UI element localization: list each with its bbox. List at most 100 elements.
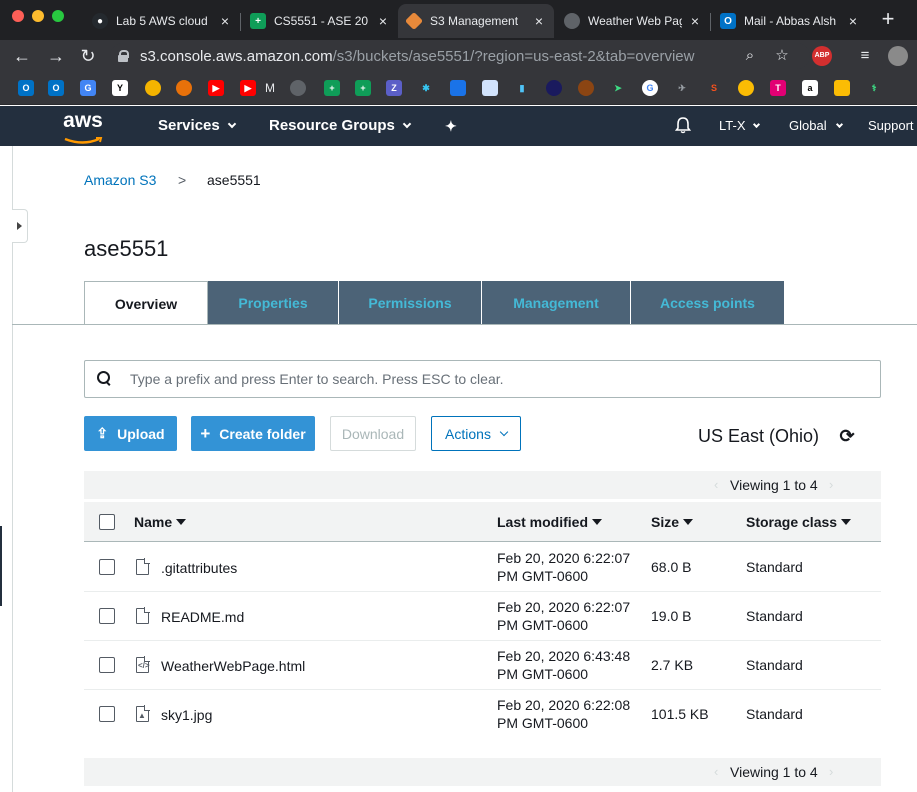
bookmark-icon[interactable] xyxy=(834,80,850,96)
last-modified: Feb 20, 2020 6:22:08 PM GMT-0600 xyxy=(497,697,631,731)
row-checkbox[interactable] xyxy=(99,559,115,575)
ycombinator-bookmark-icon[interactable]: Y xyxy=(112,80,128,96)
bookmark-star-icon[interactable]: ☆ xyxy=(772,46,792,66)
zoom-icon[interactable]: ⌕ xyxy=(740,46,760,66)
actions-dropdown[interactable]: Actions xyxy=(431,416,521,451)
browser-tab-2[interactable]: + CS5551 - ASE 20 × xyxy=(242,4,398,38)
close-tab-icon[interactable]: × xyxy=(532,13,546,29)
chrome-dino-bookmark-icon[interactable] xyxy=(145,80,161,96)
gitlab-bookmark-icon[interactable] xyxy=(176,80,192,96)
column-name[interactable]: Name xyxy=(134,514,187,530)
browser-tab-1[interactable]: ● Lab 5 AWS cloud × xyxy=(84,4,240,38)
prev-page-icon[interactable]: ‹ xyxy=(714,477,718,492)
next-page-icon[interactable]: › xyxy=(829,764,833,779)
bookmark-icon[interactable] xyxy=(578,80,594,96)
account-menu[interactable]: LT-X xyxy=(719,106,760,146)
profile-avatar[interactable] xyxy=(888,46,908,66)
services-menu[interactable]: Services xyxy=(158,106,236,146)
translate-bookmark-icon[interactable]: G xyxy=(80,80,96,96)
expand-sidebar-button[interactable] xyxy=(12,209,28,243)
chrome-bookmark-icon[interactable] xyxy=(738,80,754,96)
zotero-bookmark-icon[interactable]: Z xyxy=(386,80,402,96)
object-name[interactable]: .gitattributes xyxy=(161,560,237,576)
bookmark-icon[interactable] xyxy=(450,80,466,96)
row-checkbox[interactable] xyxy=(99,657,115,673)
window-close-button[interactable] xyxy=(12,10,24,22)
media-queue-icon[interactable]: ≡ xyxy=(855,46,875,66)
table-row[interactable]: </> WeatherWebPage.html Feb 20, 2020 6:4… xyxy=(84,641,881,690)
browser-tab-5[interactable]: O Mail - Abbas Alsh × xyxy=(712,4,868,38)
tmobile-bookmark-icon[interactable]: T xyxy=(770,80,786,96)
bookmark-icon[interactable] xyxy=(546,80,562,96)
window-minimize-button[interactable] xyxy=(32,10,44,22)
bookmark-icon[interactable]: S xyxy=(706,80,722,96)
browser-tab-title: Weather Web Pag xyxy=(588,14,682,28)
tab-overview[interactable]: Overview xyxy=(84,281,208,325)
tab-properties[interactable]: Properties xyxy=(208,281,339,324)
new-tab-button[interactable]: + xyxy=(876,8,900,32)
tab-permissions[interactable]: Permissions xyxy=(339,281,482,324)
close-tab-icon[interactable]: × xyxy=(376,13,390,29)
pin-icon[interactable]: ✦ xyxy=(445,106,457,146)
outlook-bookmark-icon[interactable]: O xyxy=(48,80,64,96)
bookmark-label[interactable]: M xyxy=(262,80,278,96)
column-storage-class[interactable]: Storage class xyxy=(746,514,852,530)
bookmark-icon[interactable]: ⚕ xyxy=(866,80,882,96)
object-name[interactable]: WeatherWebPage.html xyxy=(161,658,305,674)
sheets-bookmark-icon[interactable]: + xyxy=(355,80,371,96)
close-tab-icon[interactable]: × xyxy=(218,13,232,29)
region-menu[interactable]: Global xyxy=(789,106,843,146)
upload-button[interactable]: ⇪ Upload xyxy=(84,416,177,451)
object-name[interactable]: sky1.jpg xyxy=(161,707,212,723)
youtube-bookmark-icon[interactable]: ▶ xyxy=(208,80,224,96)
prev-page-icon[interactable]: ‹ xyxy=(714,764,718,779)
reload-icon[interactable]: ↻ xyxy=(76,44,100,68)
column-size[interactable]: Size xyxy=(651,514,694,530)
search-input[interactable] xyxy=(130,371,870,387)
outlook-bookmark-icon[interactable]: O xyxy=(18,80,34,96)
browser-tab-title: CS5551 - ASE 20 xyxy=(274,14,369,28)
tab-management[interactable]: Management xyxy=(482,281,631,324)
browser-tab-3[interactable]: S3 Management × xyxy=(398,4,554,38)
refresh-icon[interactable]: ⟳ xyxy=(838,427,856,445)
google-bookmark-icon[interactable]: G xyxy=(642,80,658,96)
window-maximize-button[interactable] xyxy=(52,10,64,22)
bookmark-icon[interactable] xyxy=(482,80,498,96)
create-folder-button[interactable]: + Create folder xyxy=(191,416,315,451)
address-bar[interactable]: s3.console.aws.amazon.com/s3/buckets/ase… xyxy=(110,43,810,69)
select-all-checkbox[interactable] xyxy=(99,514,115,530)
slack-bookmark-icon[interactable]: ✱ xyxy=(418,80,434,96)
sheets-bookmark-icon[interactable]: + xyxy=(324,80,340,96)
download-button[interactable]: Download xyxy=(330,416,416,451)
table-row[interactable]: ▲ sky1.jpg Feb 20, 2020 6:22:08 PM GMT-06… xyxy=(84,690,881,739)
forward-arrow-icon[interactable]: → xyxy=(44,44,68,68)
aws-logo[interactable]: aws xyxy=(62,110,104,144)
bookmark-icon[interactable]: ➤ xyxy=(610,80,626,96)
column-last-modified[interactable]: Last modified xyxy=(497,514,603,530)
adblock-icon[interactable]: ABP xyxy=(812,46,832,66)
github-bookmark-icon[interactable] xyxy=(290,80,306,96)
row-checkbox[interactable] xyxy=(99,706,115,722)
back-arrow-icon[interactable]: ← xyxy=(10,44,34,68)
bookmark-icon[interactable]: ✈ xyxy=(674,80,690,96)
youtube-bookmark-icon[interactable]: ▶ xyxy=(240,80,256,96)
close-tab-icon[interactable]: × xyxy=(688,13,702,29)
next-page-icon[interactable]: › xyxy=(829,477,833,492)
image-file-icon: ▲ xyxy=(136,705,150,722)
resource-groups-menu[interactable]: Resource Groups xyxy=(269,106,412,146)
aws-console-nav: aws Services Resource Groups ✦ LT-X Glob… xyxy=(0,106,917,146)
breadcrumb-amazon-s3[interactable]: Amazon S3 xyxy=(84,172,156,188)
row-checkbox[interactable] xyxy=(99,608,115,624)
notifications-bell-icon[interactable] xyxy=(674,106,692,146)
table-row[interactable]: README.md Feb 20, 2020 6:22:07 PM GMT-060… xyxy=(84,592,881,641)
support-menu[interactable]: Support xyxy=(868,106,914,146)
close-tab-icon[interactable]: × xyxy=(846,13,860,29)
chevron-down-icon xyxy=(499,427,509,436)
object-name[interactable]: README.md xyxy=(161,609,244,625)
table-row[interactable]: .gitattributes Feb 20, 2020 6:22:07 PM GM… xyxy=(84,543,881,592)
amazon-bookmark-icon[interactable]: a xyxy=(802,80,818,96)
tab-access-points[interactable]: Access points xyxy=(631,281,785,324)
analytics-bookmark-icon[interactable]: ▮ xyxy=(514,80,530,96)
sort-down-icon xyxy=(683,519,694,525)
browser-tab-4[interactable]: Weather Web Pag × xyxy=(556,4,710,38)
